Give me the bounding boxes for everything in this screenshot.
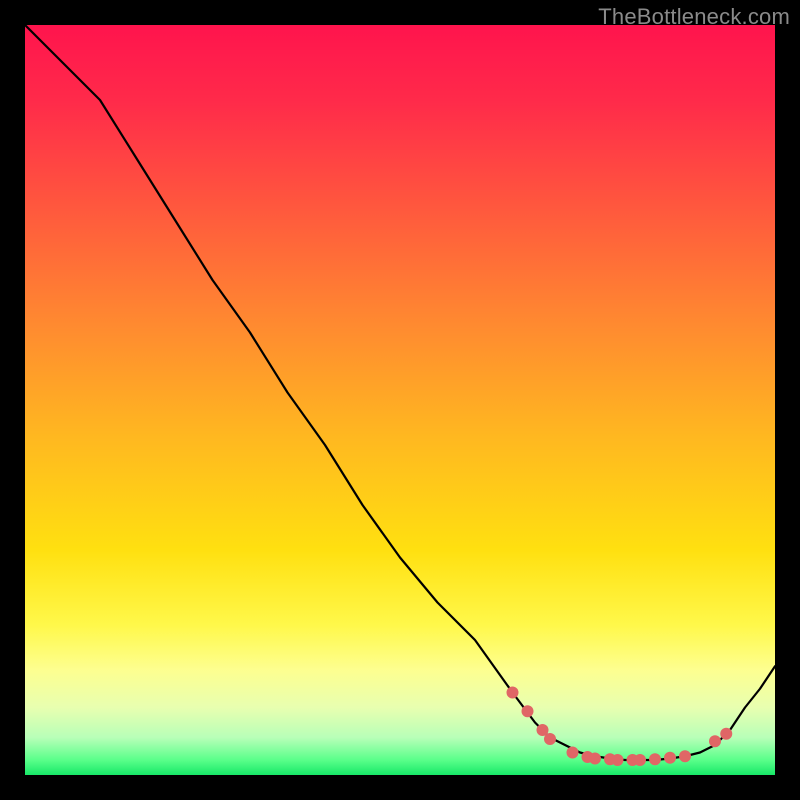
highlight-dot	[720, 728, 732, 740]
highlight-dot	[589, 753, 601, 765]
highlight-dot	[634, 754, 646, 766]
watermark-text: TheBottleneck.com	[598, 4, 790, 30]
highlight-dot	[664, 752, 676, 764]
highlight-dot	[709, 735, 721, 747]
plot-area	[25, 25, 775, 775]
chart-container: TheBottleneck.com	[0, 0, 800, 800]
highlight-dot	[507, 687, 519, 699]
highlight-dots	[507, 687, 733, 767]
highlight-dot	[522, 705, 534, 717]
highlight-dot	[544, 733, 556, 745]
highlight-dot	[612, 754, 624, 766]
highlight-dot	[567, 747, 579, 759]
highlight-dot	[679, 750, 691, 762]
curve-layer	[25, 25, 775, 775]
highlight-dot	[649, 753, 661, 765]
bottleneck-curve	[25, 25, 775, 760]
